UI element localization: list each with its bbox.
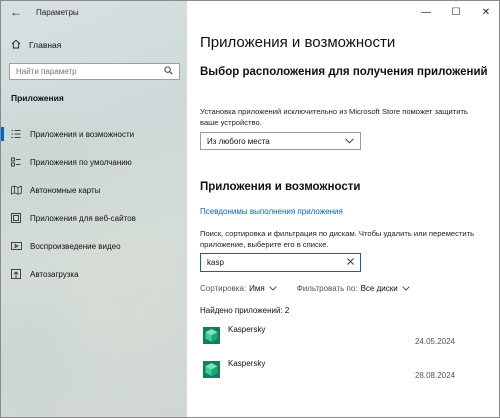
install-source-dropdown[interactable]: Из любого места <box>200 132 361 150</box>
kaspersky-app-icon <box>203 361 220 378</box>
filter-label: Фильтровать по: <box>296 284 358 293</box>
found-apps-count: Найдено приложений: 2 <box>200 306 290 315</box>
nav-home[interactable]: Главная <box>1 35 187 55</box>
chevron-down-icon <box>402 284 410 293</box>
filter-dropdown[interactable]: Фильтровать по: Все диски <box>297 284 410 293</box>
nav-home-label: Главная <box>29 40 62 50</box>
home-icon <box>11 39 25 52</box>
window-title: Параметры <box>36 7 79 17</box>
nav-item-apps-features[interactable]: Приложения и возможности <box>1 120 187 148</box>
nav-item-apps-for-websites[interactable]: Приложения для веб-сайтов <box>1 204 187 232</box>
nav-item-label: Автозагрузка <box>30 269 79 279</box>
kaspersky-app-icon <box>203 327 220 344</box>
nav-item-label: Приложения и возможности <box>30 129 135 139</box>
nav-section-heading: Приложения <box>11 93 64 103</box>
titlebar-left: ← Параметры <box>1 1 187 23</box>
nav-item-label: Автономные карты <box>30 185 101 195</box>
minimize-icon[interactable]: — <box>411 1 441 23</box>
window-controls: — ☐ ✕ <box>411 1 499 23</box>
sort-dropdown[interactable]: Сортировка: Имя <box>200 284 277 293</box>
page-title: Приложения и возможности <box>200 34 396 51</box>
apps-list-icon <box>11 129 25 139</box>
install-location-heading: Выбор расположения для получения приложе… <box>200 66 488 78</box>
offline-maps-icon <box>11 185 25 195</box>
nav-item-video-playback[interactable]: Воспроизведение видео <box>1 232 187 260</box>
app-list-item[interactable]: Kaspersky 24.05.2024 <box>200 322 455 354</box>
nav-item-default-apps[interactable]: Приложения по умолчанию <box>1 148 187 176</box>
app-install-date: 24.05.2024 <box>414 337 455 346</box>
nav-item-label: Приложения по умолчанию <box>30 157 132 167</box>
filter-value: Все диски <box>360 284 398 293</box>
chevron-down-icon <box>345 137 354 146</box>
app-name: Kaspersky <box>228 325 266 334</box>
settings-search-box[interactable] <box>9 63 180 80</box>
clear-icon[interactable] <box>347 258 354 267</box>
settings-search-input[interactable] <box>16 67 156 76</box>
chevron-down-icon <box>269 284 277 293</box>
close-icon[interactable]: ✕ <box>471 1 499 23</box>
back-arrow-icon[interactable]: ← <box>1 1 31 23</box>
app-install-date: 28.08.2024 <box>414 371 455 380</box>
settings-window: ← Параметры Главная Приложения Приложени… <box>0 0 500 418</box>
maximize-icon[interactable]: ☐ <box>441 1 471 23</box>
nav-item-label: Приложения для веб-сайтов <box>30 213 136 223</box>
default-apps-icon <box>11 157 25 167</box>
app-name: Kaspersky <box>228 359 266 368</box>
sort-label: Сортировка: <box>200 284 247 293</box>
video-playback-icon <box>11 241 25 251</box>
nav-item-offline-maps[interactable]: Автономные карты <box>1 176 187 204</box>
nav-item-startup[interactable]: Автозагрузка <box>1 260 187 288</box>
search-icon[interactable] <box>164 66 173 77</box>
apps-search-input[interactable] <box>207 258 337 267</box>
install-location-description: Установка приложений исключительно из Mi… <box>200 107 468 127</box>
sort-value: Имя <box>249 284 265 293</box>
apps-search-description: Поиск, сортировка и фильтрация по дискам… <box>200 229 475 249</box>
app-list-item[interactable]: Kaspersky 28.08.2024 <box>200 356 455 388</box>
nav-item-label: Воспроизведение видео <box>30 241 121 251</box>
sort-filter-row: Сортировка: Имя Фильтровать по: Все диск… <box>200 284 430 293</box>
nav-list: Приложения и возможности Приложения по у… <box>1 120 187 288</box>
content-pane: — ☐ ✕ Приложения и возможности Выбор рас… <box>187 1 499 417</box>
install-source-value: Из любого места <box>207 136 270 146</box>
app-execution-aliases-link[interactable]: Псевдонимы выполнения приложения <box>200 207 343 216</box>
apps-for-websites-icon <box>11 213 25 223</box>
navigation-pane: ← Параметры Главная Приложения Приложени… <box>1 1 187 417</box>
startup-icon <box>11 269 25 279</box>
apps-search-box[interactable] <box>200 253 361 272</box>
apps-features-heading: Приложения и возможности <box>200 181 361 193</box>
